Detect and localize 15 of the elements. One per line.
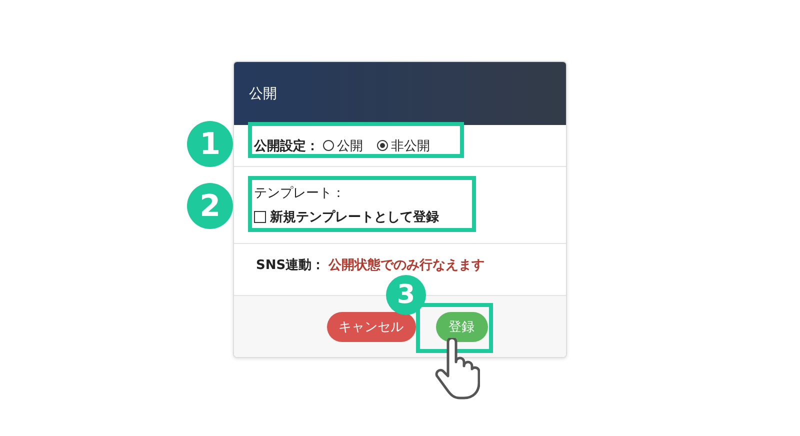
radio-icon[interactable]	[377, 140, 388, 151]
panel-title: 公開	[249, 84, 277, 102]
sns-label: SNS連動：	[256, 256, 325, 274]
radio-icon[interactable]	[323, 140, 334, 151]
checkbox-label[interactable]: 新規テンプレートとして登録	[270, 208, 439, 226]
step-number: 1	[187, 121, 233, 167]
radio-option[interactable]: 非公開	[377, 136, 430, 154]
checkbox[interactable]	[254, 211, 266, 223]
template-label: テンプレート：	[254, 185, 346, 202]
visibility-label: 公開設定：	[254, 138, 319, 154]
radio-option[interactable]: 公開	[323, 136, 363, 154]
sns-message: 公開状態でのみ行なえます	[328, 256, 485, 274]
step-number: 3	[386, 275, 426, 315]
cancel-button[interactable]: キャンセル	[326, 312, 416, 342]
step-number: 2	[187, 183, 233, 229]
